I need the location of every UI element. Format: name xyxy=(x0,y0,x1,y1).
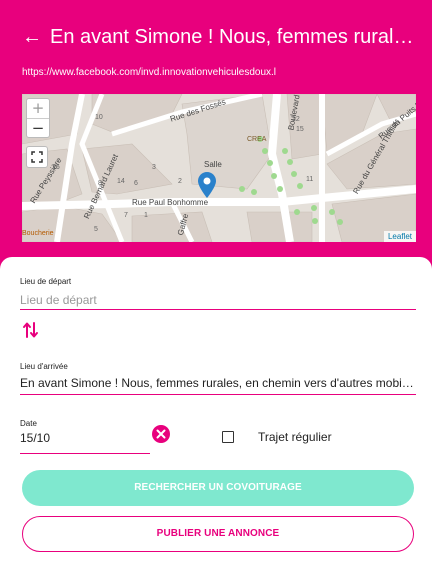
map-label: Boucherie xyxy=(22,230,54,237)
house-number: 3 xyxy=(152,164,156,171)
map-label: Salle xyxy=(204,160,222,169)
fullscreen-icon xyxy=(31,151,43,163)
house-number: 10 xyxy=(95,114,103,121)
house-number: 14 xyxy=(117,178,125,185)
house-number: 6 xyxy=(134,180,138,187)
house-number: 16 xyxy=(52,164,60,171)
page-title: En avant Simone ! Nous, femmes rurales, … xyxy=(50,26,422,48)
house-number: 1 xyxy=(144,212,148,219)
house-number: 7 xyxy=(124,212,128,219)
recurring-label: Trajet régulier xyxy=(258,430,332,444)
event-url[interactable]: https://www.facebook.com/invd.innovation… xyxy=(22,66,276,80)
header: ← En avant Simone ! Nous, femmes rurales… xyxy=(0,0,432,272)
back-arrow-icon[interactable]: ← xyxy=(22,26,44,48)
map-label: CREA xyxy=(247,136,267,143)
zoom-control: + − xyxy=(26,98,50,138)
date-input[interactable]: 15/10 xyxy=(20,431,150,454)
map-attribution[interactable]: Leaflet xyxy=(383,231,416,242)
house-number: 8 xyxy=(98,180,102,187)
clear-date-icon[interactable] xyxy=(152,425,170,443)
location-pin-icon[interactable] xyxy=(198,172,216,198)
map[interactable]: Rue des Fossés Boulevard Rue du Puits Ne… xyxy=(22,94,416,242)
swap-icon[interactable] xyxy=(22,321,40,339)
publish-ad-button[interactable]: PUBLIER UNE ANNONCE xyxy=(22,516,414,552)
map-label: Rue Paul Bonhomme xyxy=(132,198,209,207)
search-carpool-button[interactable]: RECHERCHER UN COVOITURAGE xyxy=(22,470,414,506)
arrival-input[interactable]: En avant Simone ! Nous, femmes rurales, … xyxy=(20,376,416,395)
house-number: 11 xyxy=(306,176,314,183)
house-number: 2 xyxy=(178,178,182,185)
departure-label: Lieu de départ xyxy=(20,277,72,286)
house-number: 12 xyxy=(292,116,300,123)
house-number: 15 xyxy=(296,126,304,133)
date-label: Date xyxy=(20,419,37,428)
arrival-label: Lieu d'arrivée xyxy=(20,362,68,371)
zoom-in-button[interactable]: + xyxy=(27,99,49,119)
fullscreen-button[interactable] xyxy=(26,146,48,168)
house-number: 5 xyxy=(94,226,98,233)
recurring-checkbox[interactable] xyxy=(222,431,234,443)
departure-input[interactable] xyxy=(20,291,416,310)
zoom-out-button[interactable]: − xyxy=(27,119,49,138)
